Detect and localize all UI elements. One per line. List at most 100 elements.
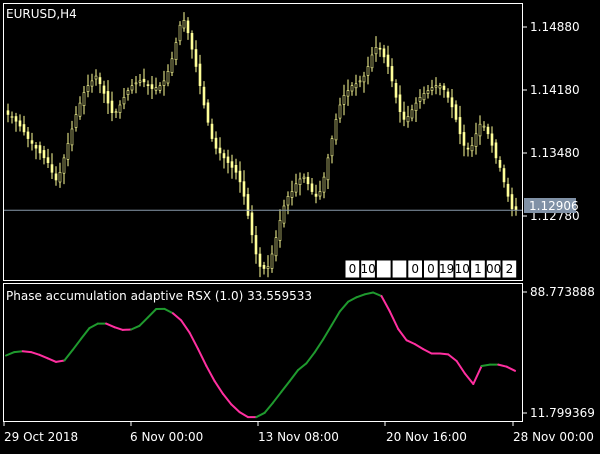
rsx-segment-up xyxy=(482,365,490,366)
symbol-label: EURUSD,H4 xyxy=(6,7,77,21)
candle-body xyxy=(87,86,89,92)
candle-body xyxy=(351,86,353,91)
indicator-name: Phase accumulation adaptive RSX (1.0) 33… xyxy=(6,289,312,303)
candle-body xyxy=(267,267,269,269)
candle-body xyxy=(39,146,41,154)
candle-body xyxy=(191,33,193,49)
candle-body xyxy=(131,86,133,90)
time-axis-label: 20 Nov 16:00 xyxy=(386,430,467,444)
candle-body xyxy=(395,83,397,97)
period-box-label: 0 xyxy=(349,262,357,276)
candle-body xyxy=(319,192,321,197)
period-box xyxy=(392,260,407,278)
indicator-value: 33.559533 xyxy=(247,289,312,303)
candle-body xyxy=(187,21,189,33)
candle-body xyxy=(263,265,265,268)
candle-body xyxy=(35,145,37,148)
candle-body xyxy=(179,25,181,41)
candle-body xyxy=(307,177,309,184)
candle-body xyxy=(47,158,49,163)
candle-body xyxy=(71,129,73,145)
candle-body xyxy=(271,254,273,269)
candle-body xyxy=(251,213,253,235)
candle-body xyxy=(75,115,77,128)
candle-body xyxy=(83,93,85,106)
candle-body xyxy=(343,95,345,104)
period-box-label: 00 xyxy=(486,262,501,276)
period-box-label: 1 xyxy=(474,262,482,276)
time-axis-label: 28 Nov 00:00 xyxy=(513,430,594,444)
chart-background xyxy=(0,0,600,450)
period-box-label: 0 xyxy=(427,262,435,276)
candle-body xyxy=(23,125,25,132)
candle-body xyxy=(471,145,473,150)
period-box: 19 xyxy=(439,260,454,278)
candle-body xyxy=(311,184,313,192)
candle-body xyxy=(119,105,121,113)
indicator-scale-min: 11.799369 xyxy=(530,406,595,420)
candle-body xyxy=(479,124,481,136)
candle-body xyxy=(339,105,341,118)
candle-body xyxy=(443,86,445,90)
chart-window[interactable]: EURUSD,H4 0100019101002 1.14880 1.14180 … xyxy=(0,0,600,450)
candle-body xyxy=(55,174,57,180)
candle-body xyxy=(255,235,257,254)
candle-body xyxy=(135,83,137,84)
current-price-text: 1.12906 xyxy=(529,199,579,213)
period-box: 10 xyxy=(455,260,470,278)
time-axis-label: 6 Nov 00:00 xyxy=(130,430,203,444)
candle-body xyxy=(407,117,409,122)
period-box: 2 xyxy=(502,260,517,278)
candle-body xyxy=(207,103,209,123)
rsx-segment-up xyxy=(14,351,22,352)
candle-body xyxy=(335,119,337,139)
candle-body xyxy=(127,91,129,95)
candle-body xyxy=(423,93,425,99)
candle-body xyxy=(247,194,249,215)
candle-body xyxy=(243,182,245,197)
candle-body xyxy=(287,196,289,205)
candle-body xyxy=(383,49,385,57)
candle-body xyxy=(103,86,105,94)
candle-body xyxy=(115,112,117,113)
period-boxes: 0100019101002 xyxy=(345,260,517,278)
candle-body xyxy=(499,160,501,167)
candle-body xyxy=(231,162,233,168)
time-axis-label: 13 Nov 08:00 xyxy=(258,430,339,444)
candle-body xyxy=(163,81,165,86)
rsx-segment-down xyxy=(56,361,64,362)
candle-body xyxy=(59,172,61,182)
candle-body xyxy=(511,195,513,209)
candle-body xyxy=(355,84,357,88)
period-box: 0 xyxy=(408,260,423,278)
candle-body xyxy=(463,132,465,145)
candle-body xyxy=(419,97,421,101)
candle-body xyxy=(507,184,509,196)
candle-body xyxy=(295,184,297,192)
candle-body xyxy=(495,143,497,158)
candle-body xyxy=(143,79,145,82)
candle-body xyxy=(211,124,213,139)
period-box: 1 xyxy=(471,260,486,278)
period-box-label: 0 xyxy=(411,262,419,276)
candle-body xyxy=(155,88,157,91)
period-box-label: 19 xyxy=(439,262,454,276)
candle-body xyxy=(487,127,489,134)
candle-body xyxy=(175,43,177,60)
period-box: 0 xyxy=(424,260,439,278)
candle-body xyxy=(215,138,217,148)
chart-canvas[interactable]: EURUSD,H4 0100019101002 1.14880 1.14180 … xyxy=(0,0,600,450)
candle-body xyxy=(503,169,505,182)
period-box: 0 xyxy=(345,260,360,278)
candle-body xyxy=(91,81,93,86)
candle-body xyxy=(259,254,261,267)
candle-body xyxy=(31,141,33,144)
candle-body xyxy=(239,171,241,182)
rsx-segment-down xyxy=(23,351,31,352)
candle-body xyxy=(99,78,101,84)
candle-body xyxy=(171,59,173,73)
candle-body xyxy=(303,177,305,179)
candle-body xyxy=(107,91,109,103)
candle-body xyxy=(375,47,377,54)
candle-body xyxy=(159,86,161,91)
